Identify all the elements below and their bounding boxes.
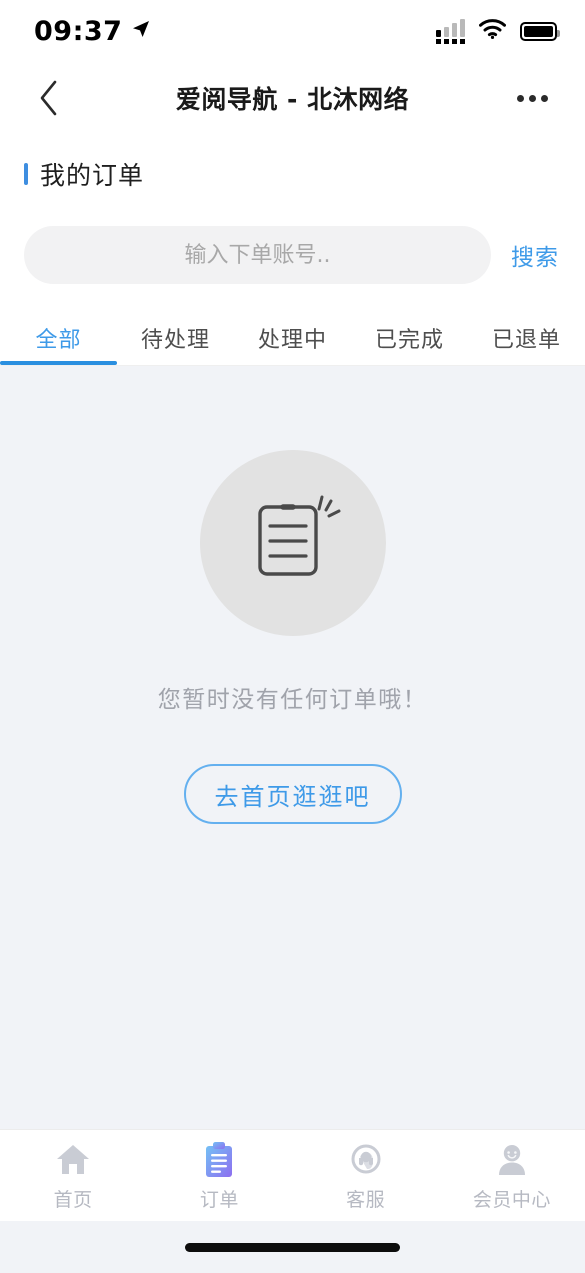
tab-completed[interactable]: 已完成 xyxy=(351,310,468,365)
phone-screen: 09:37 爱阅导航 - 北沐网络 我的订单 输入下单账号.. 搜索 全部 待处… xyxy=(0,0,585,1273)
chevron-left-icon xyxy=(40,80,57,116)
battery-full-icon xyxy=(520,21,560,41)
tab-refunded[interactable]: 已退单 xyxy=(468,310,585,365)
more-horizontal-icon xyxy=(516,94,524,102)
tabbar-label-home: 首页 xyxy=(53,1188,93,1211)
status-bar-left: 09:37 xyxy=(34,16,151,47)
empty-state-illustration xyxy=(199,450,386,636)
tabbar-label-member: 会员中心 xyxy=(472,1188,551,1211)
empty-state-message: 您暂时没有任何订单哦！ xyxy=(157,687,428,713)
status-bar-time: 09:37 xyxy=(34,15,123,47)
search-button[interactable]: 搜索 xyxy=(509,238,561,272)
title-accent-bar xyxy=(24,163,28,185)
empty-order-document-icon xyxy=(257,495,340,576)
customer-service-headset-icon xyxy=(348,1140,384,1180)
tab-pending[interactable]: 待处理 xyxy=(117,310,234,365)
back-button[interactable] xyxy=(26,75,72,121)
tabbar-label-order: 订单 xyxy=(199,1188,239,1211)
more-options-button[interactable] xyxy=(509,75,555,121)
home-indicator-bar[interactable] xyxy=(185,1242,400,1252)
tab-processing[interactable]: 处理中 xyxy=(234,310,351,365)
page-title: 我的订单 xyxy=(40,161,145,190)
search-input[interactable] xyxy=(24,226,491,284)
page-head: 我的订单 xyxy=(0,134,585,192)
status-bar-right xyxy=(436,18,560,44)
tabbar-item-member[interactable]: 会员中心 xyxy=(439,1130,585,1221)
home-indicator-area xyxy=(0,1221,585,1273)
member-person-icon xyxy=(495,1140,529,1180)
tabbar-item-service[interactable]: 客服 xyxy=(293,1130,439,1221)
tab-all[interactable]: 全部 xyxy=(0,310,117,365)
tabbar-item-order[interactable]: 订单 xyxy=(146,1130,292,1221)
order-list-content: 您暂时没有任何订单哦！ 去首页逛逛吧 xyxy=(0,366,585,1129)
home-icon xyxy=(55,1140,91,1180)
clipboard-order-icon xyxy=(203,1140,235,1180)
tabbar-item-home[interactable]: 首页 xyxy=(0,1130,146,1221)
location-arrow-icon xyxy=(131,19,151,43)
search-row: 搜索 xyxy=(0,192,585,310)
tabbar-label-service: 客服 xyxy=(346,1188,386,1211)
page-header-title: 爱阅导航 - 北沐网络 xyxy=(175,85,410,114)
page-title-row: 我的订单 xyxy=(24,156,585,192)
wifi-icon xyxy=(479,19,506,43)
go-home-button[interactable]: 去首页逛逛吧 xyxy=(183,764,402,824)
navigation-bar: 爱阅导航 - 北沐网络 xyxy=(0,62,585,134)
bottom-tab-bar: 首页 订单 客服 会员中心 xyxy=(0,1129,585,1221)
order-status-tabs: 全部 待处理 处理中 已完成 已退单 xyxy=(0,310,585,366)
cellular-signal-icon xyxy=(436,18,465,44)
status-bar: 09:37 xyxy=(0,0,585,62)
